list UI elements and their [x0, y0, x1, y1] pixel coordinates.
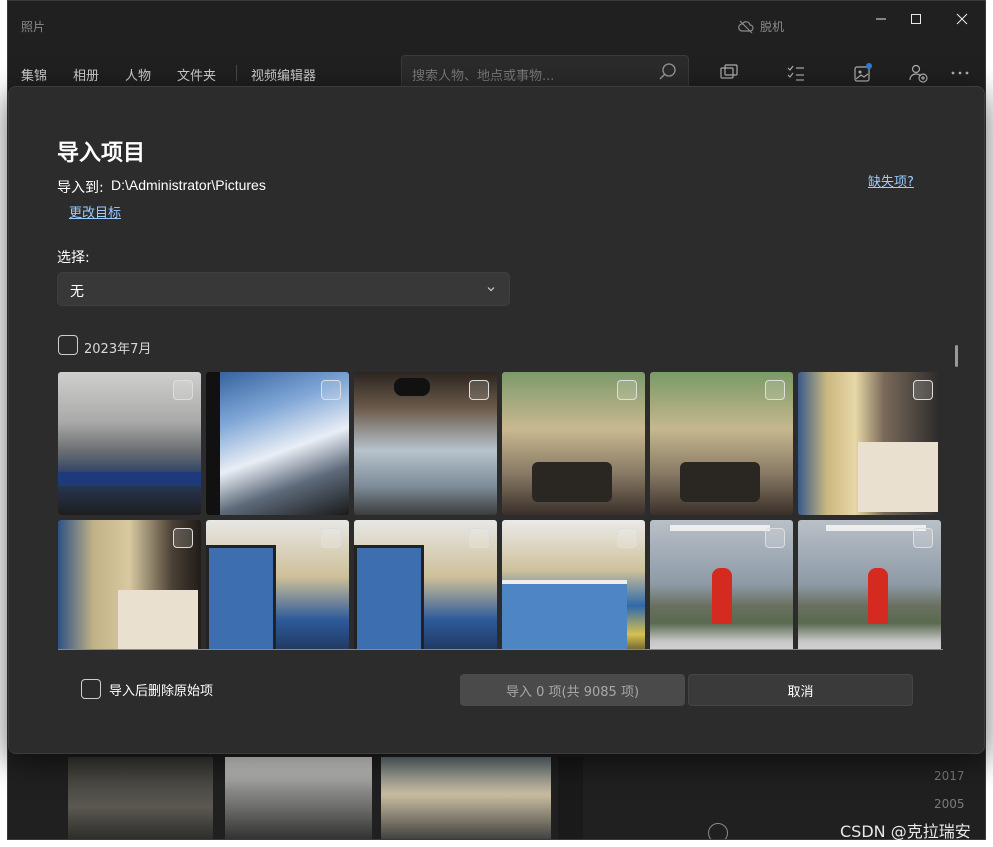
- thumbnail-checkbox[interactable]: [173, 528, 193, 548]
- nav-item-video-editor[interactable]: 视频编辑器: [251, 65, 316, 84]
- photo-thumbnail[interactable]: [354, 372, 497, 515]
- thumbnail-checkbox[interactable]: [617, 528, 637, 548]
- search-input[interactable]: 搜索人物、地点或事物...: [412, 65, 554, 84]
- title-bar: 照片 脱机: [8, 1, 985, 49]
- photo-thumbnail[interactable]: [354, 520, 497, 649]
- close-icon: [956, 13, 968, 25]
- thumbnail-grid: [58, 372, 943, 650]
- timeline-year[interactable]: 2005: [934, 797, 965, 811]
- photo-thumbnail[interactable]: [58, 372, 201, 515]
- nav-item-collection[interactable]: 集锦: [21, 65, 47, 84]
- nav-item-folders[interactable]: 文件夹: [177, 65, 216, 84]
- minimize-button[interactable]: [871, 9, 891, 29]
- photo-thumbnail[interactable]: [798, 520, 941, 649]
- nav-bar: 集锦 相册 人物 文件夹 视频编辑器 搜索人物、地点或事物...: [8, 53, 985, 89]
- destination-path: D:\Administrator\Pictures: [111, 177, 266, 193]
- offline-status: 脱机: [738, 18, 784, 35]
- photo-thumbnail[interactable]: [206, 372, 349, 515]
- thumbnail-checkbox[interactable]: [469, 528, 489, 548]
- more-icon[interactable]: [950, 63, 970, 83]
- thumbnail-checkbox[interactable]: [913, 380, 933, 400]
- missing-items-link[interactable]: 缺失项?: [868, 171, 914, 190]
- thumbnail-checkbox[interactable]: [913, 528, 933, 548]
- select-label: 选择:: [57, 250, 90, 266]
- delete-after-import-checkbox[interactable]: [81, 679, 101, 699]
- nav-item-albums[interactable]: 相册: [73, 65, 99, 84]
- gallery-photo[interactable]: [558, 757, 583, 839]
- gallery-photo[interactable]: [68, 757, 213, 839]
- maximize-icon: [911, 14, 921, 24]
- cancel-button[interactable]: 取消: [688, 674, 913, 706]
- photo-thumbnail[interactable]: [502, 372, 645, 515]
- thumbnail-checkbox[interactable]: [617, 380, 637, 400]
- add-person-icon[interactable]: [908, 63, 928, 83]
- maximize-button[interactable]: [906, 9, 926, 29]
- change-target-link[interactable]: 更改目标: [69, 202, 121, 221]
- close-button[interactable]: [952, 9, 972, 29]
- gallery-photo[interactable]: [381, 757, 551, 839]
- cloud-offline-icon: [738, 20, 754, 33]
- thumbnail-checkbox[interactable]: [173, 380, 193, 400]
- thumbnail-checkbox[interactable]: [469, 380, 489, 400]
- photo-thumbnail[interactable]: [650, 372, 793, 515]
- import-button[interactable]: 导入 0 项(共 9085 项): [460, 674, 685, 706]
- photo-thumbnail[interactable]: [798, 372, 941, 515]
- photo-thumbnail[interactable]: [650, 520, 793, 649]
- thumbnail-checkbox[interactable]: [321, 528, 341, 548]
- offline-label: 脱机: [760, 20, 785, 34]
- search-icon[interactable]: [658, 62, 678, 82]
- delete-after-import-label: 导入后删除原始项: [109, 684, 214, 699]
- select-value: 无: [70, 284, 84, 300]
- watermark: CSDN @克拉瑞安: [840, 822, 971, 841]
- dialog-title: 导入项目: [57, 141, 146, 166]
- photo-thumbnail[interactable]: [502, 520, 645, 649]
- import-dialog: 导入项目 导入到: D:\Administrator\Pictures 更改目标…: [8, 86, 985, 754]
- gallery-photo[interactable]: [225, 757, 372, 839]
- thumbnail-checkbox[interactable]: [321, 380, 341, 400]
- select-icon[interactable]: [786, 63, 806, 83]
- photo-thumbnail[interactable]: [206, 520, 349, 649]
- slideshow-icon[interactable]: [719, 63, 739, 83]
- chevron-down-icon: [487, 287, 495, 292]
- thumbnail-checkbox[interactable]: [765, 528, 785, 548]
- thumbnail-checkbox[interactable]: [765, 380, 785, 400]
- app-title: 照片: [21, 20, 46, 34]
- info-icon[interactable]: [708, 823, 728, 839]
- nav-divider: [236, 65, 237, 81]
- minimize-icon: [876, 18, 886, 20]
- import-icon[interactable]: [853, 63, 873, 83]
- destination-label: 导入到:: [57, 180, 104, 196]
- scrollbar-thumb[interactable]: [955, 345, 958, 367]
- select-dropdown[interactable]: 无: [57, 272, 510, 306]
- group-checkbox[interactable]: [58, 335, 78, 355]
- search-box[interactable]: 搜索人物、地点或事物...: [401, 55, 689, 89]
- photo-thumbnail[interactable]: [58, 520, 201, 649]
- nav-item-people[interactable]: 人物: [125, 65, 151, 84]
- group-date-label: 2023年7月: [84, 342, 152, 357]
- timeline-year[interactable]: 2017: [934, 769, 965, 783]
